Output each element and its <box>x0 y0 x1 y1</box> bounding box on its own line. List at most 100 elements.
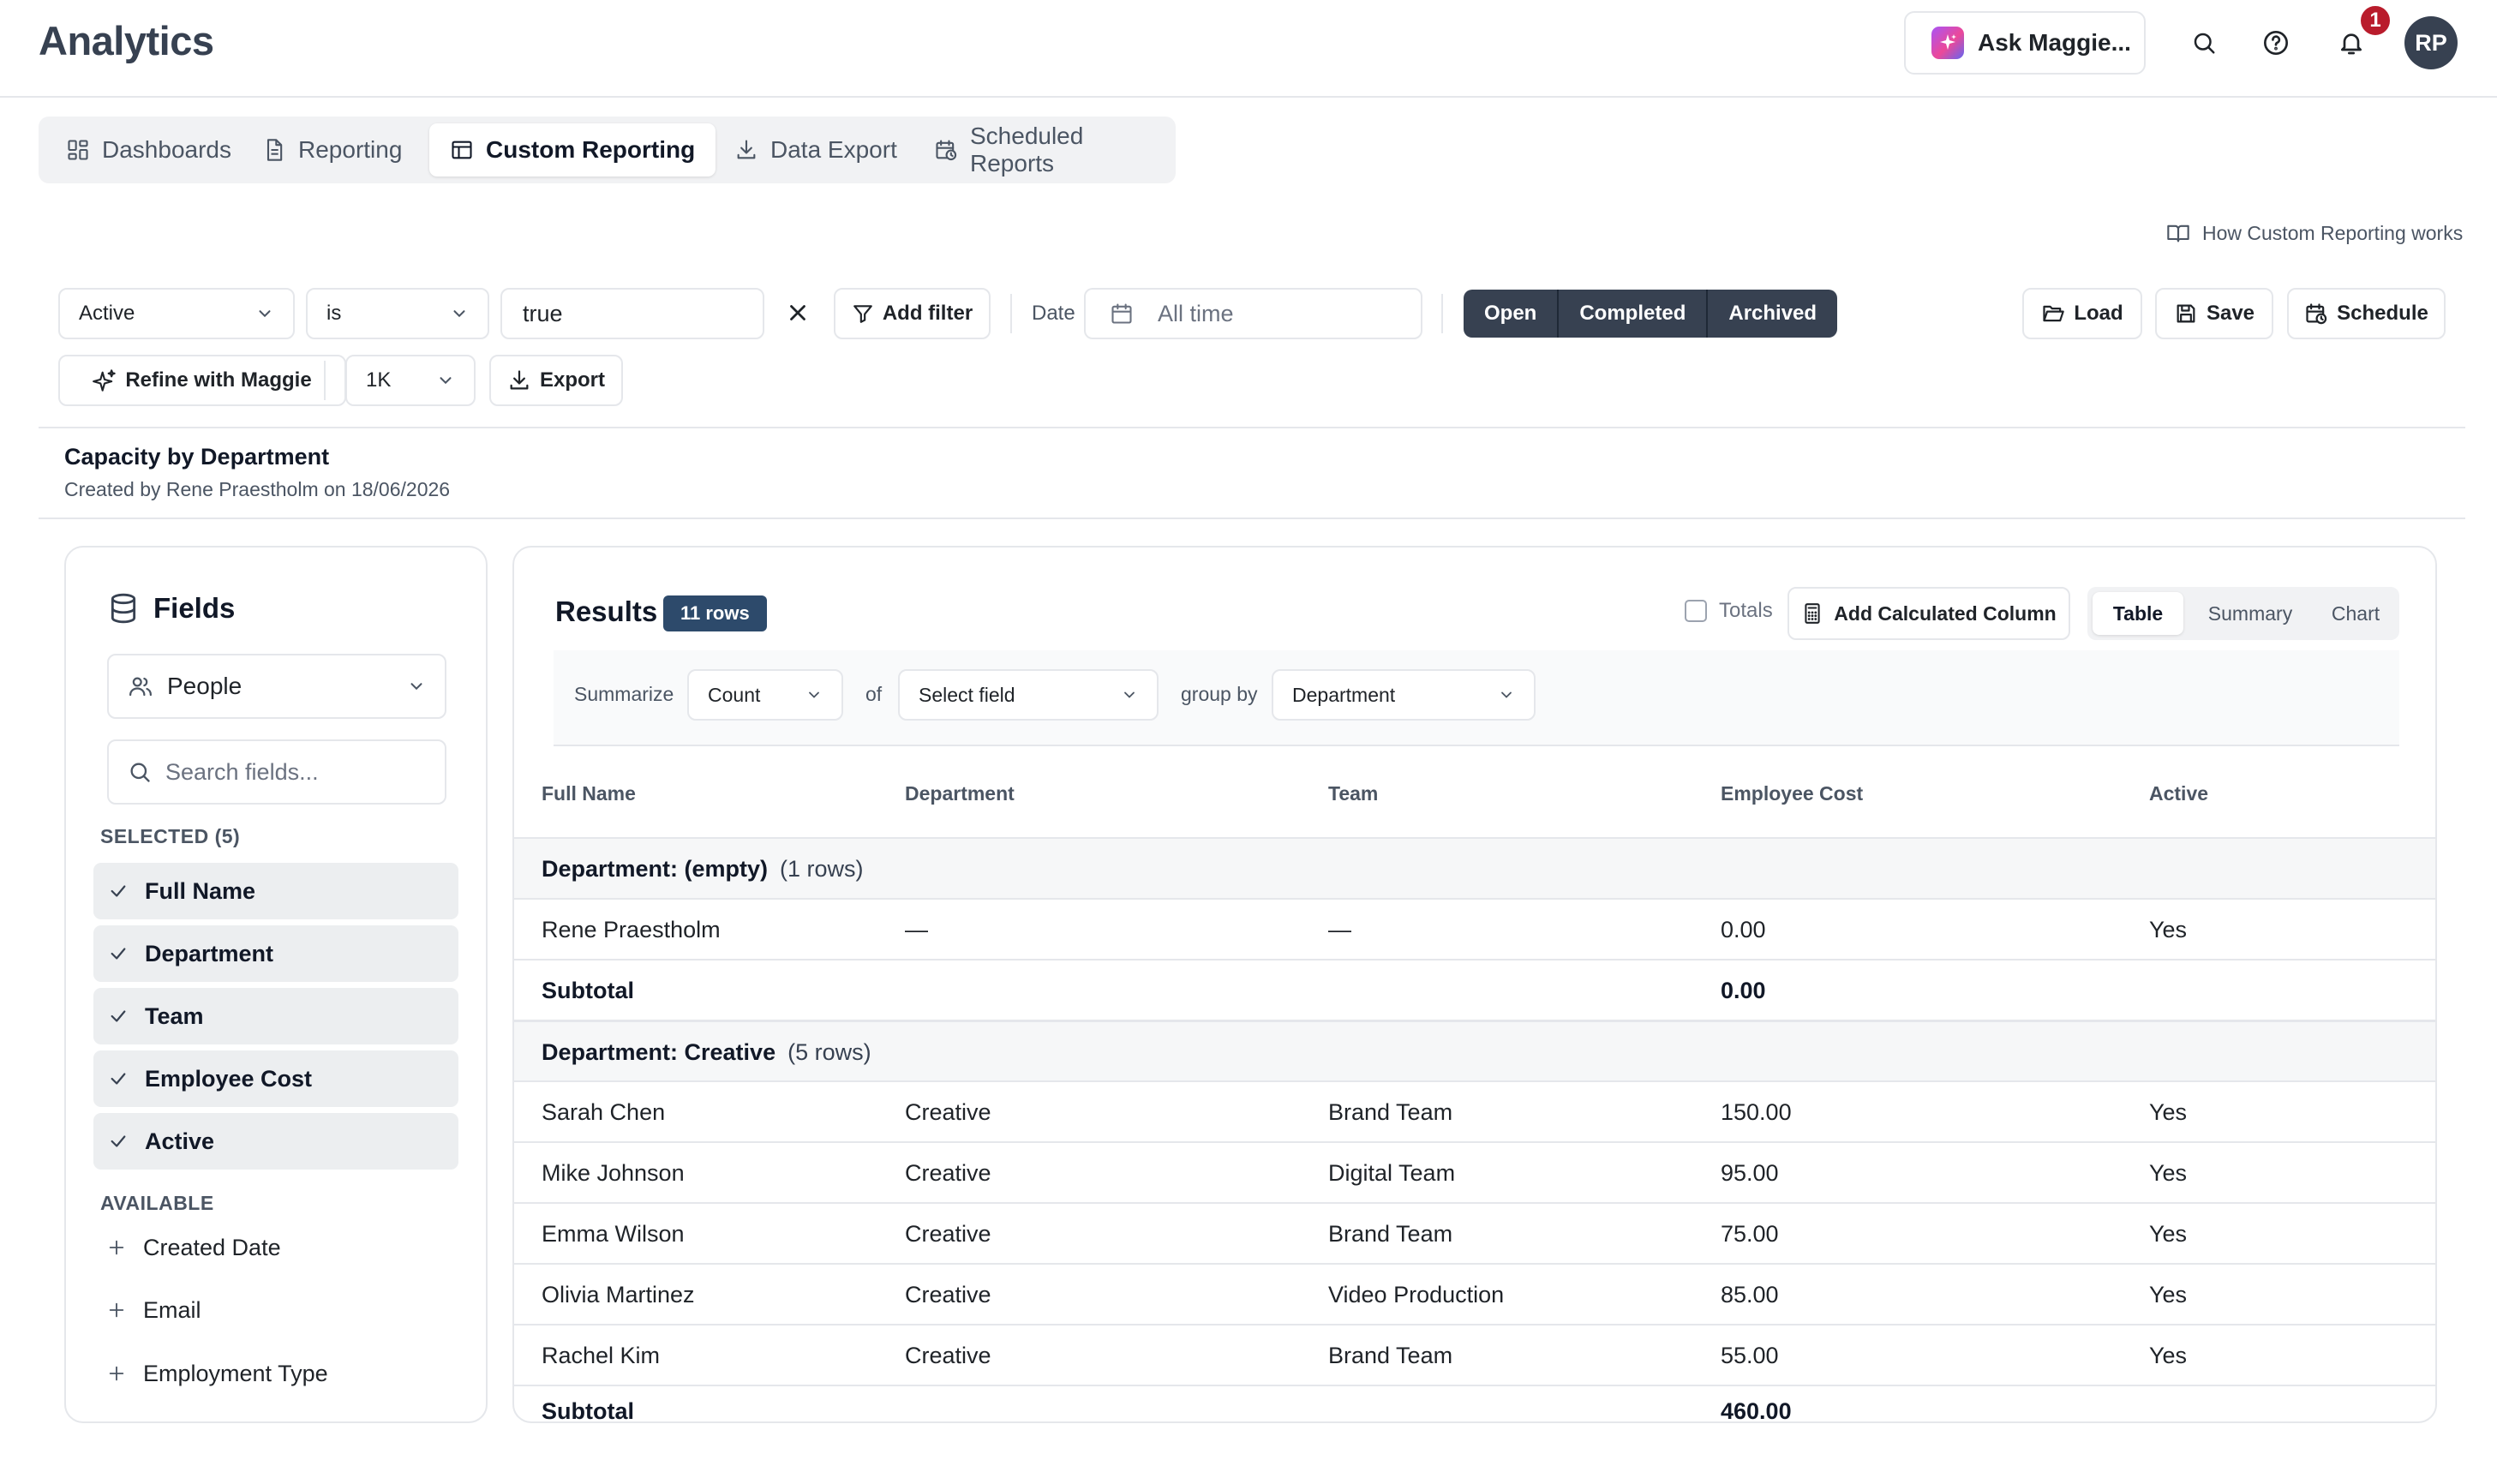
cell-employee-cost: 150.00 <box>1721 1098 1792 1125</box>
cell-full-name: Olivia Martinez <box>542 1281 695 1307</box>
date-range-picker[interactable]: All time <box>1084 288 1422 339</box>
chevron-down-icon <box>407 677 426 696</box>
book-icon <box>2166 221 2190 245</box>
tab-dashboards[interactable]: Dashboards <box>45 123 252 177</box>
divider <box>39 427 2465 428</box>
cell-active: Yes <box>2149 1098 2188 1125</box>
filter-field-select[interactable]: Active <box>58 288 295 339</box>
divider <box>1441 294 1443 333</box>
schedule-button[interactable]: Schedule <box>2287 288 2446 339</box>
selected-field-department[interactable]: Department <box>93 925 458 982</box>
cell-team: Brand Team <box>1328 1220 1453 1247</box>
table-row[interactable]: Rene Praestholm — — 0.00 Yes <box>514 898 2435 960</box>
row-limit-select[interactable]: 1K <box>345 355 476 406</box>
folder-open-icon <box>2041 302 2065 326</box>
add-filter-button[interactable]: Add filter <box>834 288 991 339</box>
group-count: (5 rows) <box>787 1038 871 1065</box>
selected-field-employee-cost[interactable]: Employee Cost <box>93 1050 458 1107</box>
subtotal-value: 460.00 <box>1721 1397 1792 1423</box>
totals-toggle[interactable]: Totals <box>1685 599 1773 623</box>
cell-full-name: Mike Johnson <box>542 1159 685 1186</box>
tab-scheduled-reports[interactable]: Scheduled Reports <box>913 123 1176 177</box>
table-row[interactable]: Rachel Kim Creative Brand Team 55.00 Yes <box>514 1324 2435 1385</box>
table-icon <box>450 138 474 162</box>
view-table[interactable]: Table <box>2093 592 2183 635</box>
how-it-works-link[interactable]: How Custom Reporting works <box>2166 221 2463 245</box>
notification-badge: 1 <box>2358 3 2392 38</box>
save-button[interactable]: Save <box>2155 288 2273 339</box>
view-summary[interactable]: Summary <box>2190 592 2310 635</box>
plus-icon <box>107 1238 126 1257</box>
group-by-select[interactable]: Department <box>1272 669 1536 721</box>
section-tabs: Dashboards Reporting Custom Reporting Da… <box>39 117 1176 183</box>
cell-team: Brand Team <box>1328 1342 1453 1368</box>
cell-active: Yes <box>2149 1281 2188 1307</box>
check-icon <box>109 1069 128 1088</box>
search-fields-input[interactable]: Search fields... <box>107 739 446 805</box>
cell-employee-cost: 85.00 <box>1721 1281 1779 1307</box>
group-by-label: group by <box>1181 683 1258 705</box>
download-icon <box>507 368 531 392</box>
divider <box>324 361 326 400</box>
floppy-disk-icon <box>2174 302 2198 326</box>
available-field-email[interactable]: Email <box>107 1286 201 1334</box>
download-icon <box>734 138 758 162</box>
subtotal-label: Subtotal <box>542 977 634 1003</box>
summarize-field-select[interactable]: Select field <box>898 669 1159 721</box>
filter-operator-select[interactable]: is <box>306 288 489 339</box>
table-row[interactable]: Mike Johnson Creative Digital Team 95.00… <box>514 1141 2435 1203</box>
divider <box>1010 294 1012 333</box>
tab-data-export[interactable]: Data Export <box>714 123 918 177</box>
clear-filter-icon[interactable] <box>785 300 811 326</box>
load-button[interactable]: Load <box>2022 288 2142 339</box>
cell-team: — <box>1328 916 1351 942</box>
search-icon[interactable] <box>2187 26 2221 60</box>
available-field-employment-type[interactable]: Employment Type <box>107 1349 328 1397</box>
selected-field-team[interactable]: Team <box>93 988 458 1044</box>
group-row[interactable]: Department: (empty) (1 rows) <box>514 837 2435 899</box>
ask-maggie-button[interactable]: Ask Maggie... <box>1904 11 2146 75</box>
check-icon <box>109 1007 128 1026</box>
status-archived[interactable]: Archived <box>1708 290 1837 338</box>
status-completed[interactable]: Completed <box>1559 290 1709 338</box>
table-row[interactable]: Olivia Martinez Creative Video Productio… <box>514 1263 2435 1325</box>
tab-reporting[interactable]: Reporting <box>242 123 422 177</box>
group-row[interactable]: Department: Creative (5 rows) <box>514 1020 2435 1081</box>
table-row[interactable]: Sarah Chen Creative Brand Team 150.00 Ye… <box>514 1080 2435 1142</box>
summarize-function-select[interactable]: Count <box>687 669 843 721</box>
column-header-active[interactable]: Active <box>2149 782 2208 805</box>
cell-full-name: Rachel Kim <box>542 1342 661 1368</box>
totals-checkbox[interactable] <box>1685 600 1707 622</box>
tab-custom-reporting[interactable]: Custom Reporting <box>429 123 716 177</box>
column-header-employee-cost[interactable]: Employee Cost <box>1721 782 1863 805</box>
subtotal-row: Subtotal 0.00 <box>514 959 2435 1020</box>
add-calculated-column-button[interactable]: Add Calculated Column <box>1787 587 2070 640</box>
status-segmented-control: Open Completed Archived <box>1464 290 1838 338</box>
refine-with-maggie-button[interactable]: Refine with Maggie <box>58 355 346 406</box>
summarize-label: Summarize <box>574 683 674 705</box>
selected-field-full-name[interactable]: Full Name <box>93 863 458 919</box>
status-open[interactable]: Open <box>1464 290 1560 338</box>
cell-team: Digital Team <box>1328 1159 1456 1186</box>
available-field-created-date[interactable]: Created Date <box>107 1224 281 1272</box>
cell-department: Creative <box>905 1342 991 1368</box>
column-header-department[interactable]: Department <box>905 782 1015 805</box>
help-icon[interactable] <box>2259 26 2293 60</box>
data-source-select[interactable]: People <box>107 654 446 719</box>
filter-value-input[interactable]: true <box>500 288 764 339</box>
table-row[interactable]: Emma Wilson Creative Brand Team 75.00 Ye… <box>514 1202 2435 1264</box>
selected-field-active[interactable]: Active <box>93 1113 458 1170</box>
users-icon <box>128 673 153 699</box>
avatar[interactable]: RP <box>2404 16 2458 69</box>
cell-active: Yes <box>2149 1220 2188 1247</box>
chevron-down-icon <box>1121 686 1138 703</box>
group-label: Department: Creative <box>542 1038 776 1065</box>
export-button[interactable]: Export <box>489 355 623 406</box>
funnel-icon <box>852 302 874 325</box>
view-chart[interactable]: Chart <box>2315 592 2396 635</box>
column-header-team[interactable]: Team <box>1328 782 1378 805</box>
column-header-full-name[interactable]: Full Name <box>542 782 636 805</box>
cell-department: — <box>905 916 928 942</box>
group-label: Department: (empty) <box>542 855 769 882</box>
subtotal-label: Subtotal <box>542 1397 634 1423</box>
